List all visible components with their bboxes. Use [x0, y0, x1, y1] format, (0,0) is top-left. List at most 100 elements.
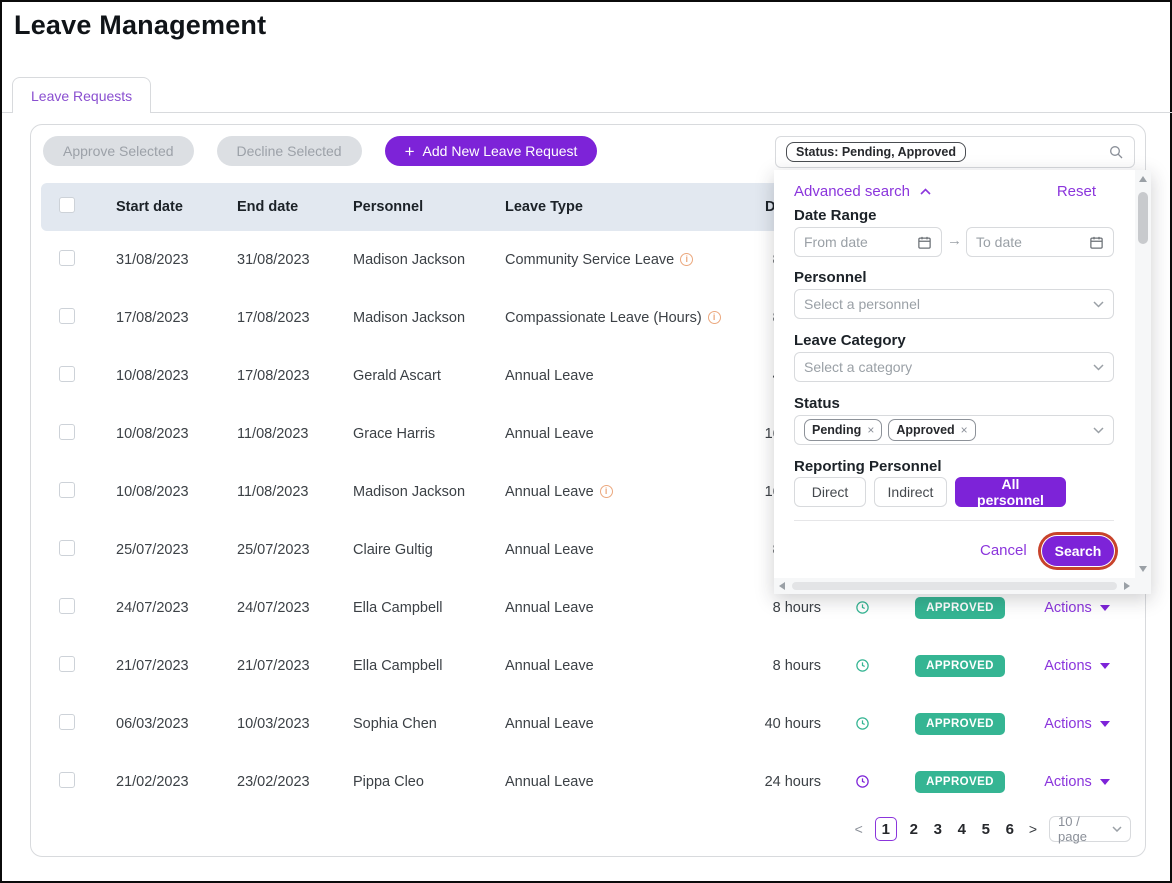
duration-cell: 8 hours	[763, 658, 821, 674]
start-date-cell: 17/08/2023	[116, 310, 237, 326]
status-badge: APPROVED	[915, 655, 1005, 677]
close-icon[interactable]: ×	[867, 423, 874, 437]
advanced-search-toggle[interactable]: Advanced search	[794, 183, 931, 200]
row-checkbox[interactable]	[59, 482, 75, 498]
close-icon[interactable]: ×	[961, 423, 968, 437]
personnel-select[interactable]: Select a personnel	[794, 289, 1114, 319]
scroll-right-icon[interactable]	[1124, 582, 1130, 590]
advanced-search-panel: Advanced search Reset Date Range From da…	[774, 170, 1151, 594]
page-button-5[interactable]: 5	[980, 821, 992, 838]
personnel-cell: Madison Jackson	[353, 484, 505, 500]
row-checkbox[interactable]	[59, 598, 75, 614]
scroll-down-icon[interactable]	[1139, 566, 1147, 572]
search-button[interactable]: Search	[1042, 536, 1114, 566]
row-checkbox[interactable]	[59, 714, 75, 730]
table-row: 21/07/2023 21/07/2023 Ella Campbell Annu…	[41, 637, 1137, 695]
tab-leave-requests-label: Leave Requests	[31, 88, 132, 104]
leave-type-cell: Annual Leave	[505, 542, 763, 558]
end-date-cell: 24/07/2023	[237, 600, 353, 616]
scroll-left-icon[interactable]	[779, 582, 785, 590]
page-button-3[interactable]: 3	[932, 821, 944, 838]
add-new-leave-request-label: Add New Leave Request	[423, 143, 578, 159]
from-date-input[interactable]: From date	[794, 227, 942, 257]
start-date-cell: 21/02/2023	[116, 774, 237, 790]
add-new-leave-request-button[interactable]: + Add New Leave Request	[385, 136, 598, 166]
personnel-cell: Gerald Ascart	[353, 368, 505, 384]
personnel-cell: Madison Jackson	[353, 310, 505, 326]
row-checkbox[interactable]	[59, 772, 75, 788]
end-date-cell: 11/08/2023	[237, 484, 353, 500]
row-checkbox[interactable]	[59, 424, 75, 440]
approve-selected-button[interactable]: Approve Selected	[43, 136, 194, 166]
end-date-cell: 31/08/2023	[237, 252, 353, 268]
toolbar: Approve Selected Decline Selected + Add …	[43, 136, 597, 166]
pagination: < 123456 > 10 / page	[853, 816, 1131, 842]
row-checkbox[interactable]	[59, 308, 75, 324]
vertical-scroll-thumb[interactable]	[1138, 192, 1148, 244]
pagination-prev-button[interactable]: <	[853, 821, 865, 837]
pagination-next-button[interactable]: >	[1027, 821, 1039, 837]
page-button-1[interactable]: 1	[875, 817, 897, 841]
status-select[interactable]: Pending×Approved×	[794, 415, 1114, 445]
vertical-scrollbar[interactable]	[1135, 170, 1151, 578]
reporting-direct-button[interactable]: Direct	[794, 477, 866, 507]
search-icon[interactable]	[1108, 144, 1124, 160]
decline-selected-button[interactable]: Decline Selected	[217, 136, 362, 166]
search-filter-tag[interactable]: Status: Pending, Approved	[786, 142, 966, 162]
end-date-cell: 11/08/2023	[237, 426, 353, 442]
row-checkbox[interactable]	[59, 540, 75, 556]
info-icon[interactable]: i	[600, 485, 613, 498]
to-date-input[interactable]: To date	[966, 227, 1114, 257]
personnel-cell: Ella Campbell	[353, 658, 505, 674]
horizontal-scrollbar[interactable]	[774, 578, 1135, 594]
calendar-icon[interactable]	[917, 235, 932, 250]
page-button-2[interactable]: 2	[908, 821, 920, 838]
to-date-placeholder: To date	[976, 234, 1022, 250]
date-range-label: Date Range	[794, 207, 877, 224]
start-date-cell: 06/03/2023	[116, 716, 237, 732]
page-title: Leave Management	[14, 10, 266, 41]
actions-dropdown[interactable]: Actions	[1044, 716, 1110, 732]
plus-icon: +	[405, 143, 415, 160]
reporting-indirect-button[interactable]: Indirect	[874, 477, 947, 507]
leave-category-select[interactable]: Select a category	[794, 352, 1114, 382]
personnel-cell: Claire Gultig	[353, 542, 505, 558]
search-input[interactable]: Status: Pending, Approved	[775, 136, 1135, 168]
end-date-cell: 17/08/2023	[237, 310, 353, 326]
actions-dropdown[interactable]: Actions	[1044, 774, 1110, 790]
leave-type-cell: Community Service Leavei	[505, 252, 763, 268]
panel-divider	[794, 520, 1114, 521]
reporting-all-personnel-button[interactable]: All personnel	[955, 477, 1066, 507]
duration-cell: 8 hours	[763, 600, 821, 616]
status-label: Status	[794, 395, 840, 412]
row-checkbox[interactable]	[59, 250, 75, 266]
select-all-checkbox[interactable]	[59, 197, 75, 213]
reporting-personnel-label: Reporting Personnel	[794, 458, 942, 475]
page-button-4[interactable]: 4	[956, 821, 968, 838]
info-icon[interactable]: i	[680, 253, 693, 266]
start-date-cell: 24/07/2023	[116, 600, 237, 616]
page-button-6[interactable]: 6	[1004, 821, 1016, 838]
actions-dropdown[interactable]: Actions	[1044, 600, 1110, 616]
leave-type-cell: Annual Leave	[505, 774, 763, 790]
caret-down-icon	[1100, 779, 1110, 785]
chevron-down-icon	[1093, 427, 1104, 434]
info-icon[interactable]: i	[708, 311, 721, 324]
personnel-cell: Ella Campbell	[353, 600, 505, 616]
row-checkbox[interactable]	[59, 656, 75, 672]
start-date-cell: 25/07/2023	[116, 542, 237, 558]
calendar-icon[interactable]	[1089, 235, 1104, 250]
cancel-button[interactable]: Cancel	[980, 542, 1027, 559]
actions-cell: Actions	[1017, 599, 1137, 617]
page-size-select[interactable]: 10 / page	[1049, 816, 1131, 842]
scroll-up-icon[interactable]	[1139, 176, 1147, 182]
row-checkbox[interactable]	[59, 366, 75, 382]
header-start-date: Start date	[116, 199, 237, 215]
reset-link[interactable]: Reset	[1057, 183, 1096, 200]
horizontal-scroll-thumb[interactable]	[792, 582, 1117, 590]
personnel-cell: Madison Jackson	[353, 252, 505, 268]
leave-type-cell: Compassionate Leave (Hours)i	[505, 310, 763, 326]
actions-dropdown[interactable]: Actions	[1044, 658, 1110, 674]
from-date-placeholder: From date	[804, 234, 868, 250]
tab-leave-requests[interactable]: Leave Requests	[12, 77, 151, 113]
